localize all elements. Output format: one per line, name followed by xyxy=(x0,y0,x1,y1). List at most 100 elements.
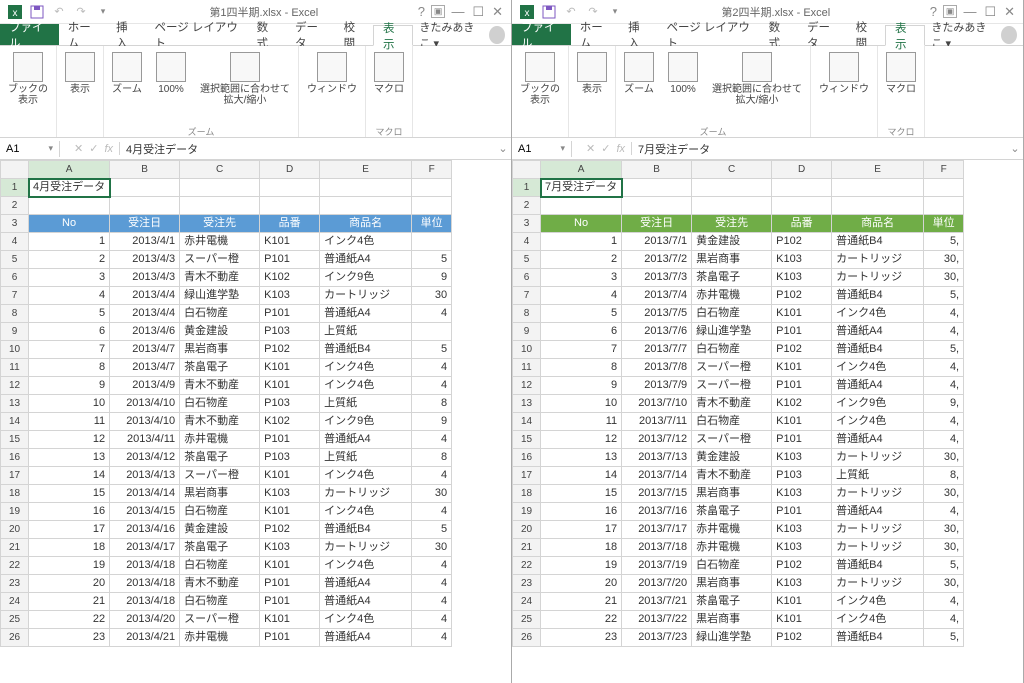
cell[interactable]: 11 xyxy=(29,413,110,431)
cell[interactable]: 2013/7/3 xyxy=(622,269,692,287)
cell[interactable]: カートリッジ xyxy=(832,575,924,593)
cell[interactable]: 30, xyxy=(924,269,964,287)
cell[interactable]: スーパー橙 xyxy=(180,611,260,629)
cell[interactable]: 4 xyxy=(412,467,452,485)
cell[interactable]: 上質紙 xyxy=(320,323,412,341)
cell[interactable]: 黒岩商事 xyxy=(180,341,260,359)
cell[interactable]: 緑山進学塾 xyxy=(692,629,772,647)
cell[interactable]: 黒岩商事 xyxy=(692,251,772,269)
cell[interactable]: 普通紙A4 xyxy=(320,431,412,449)
cell[interactable]: K101 xyxy=(260,503,320,521)
maximize-icon[interactable]: ☐ xyxy=(470,4,486,20)
header-5[interactable]: 単位 xyxy=(412,215,452,233)
row-header-9[interactable]: 9 xyxy=(1,323,29,341)
row-header-18[interactable]: 18 xyxy=(1,485,29,503)
cell[interactable]: 30, xyxy=(924,539,964,557)
row-header-24[interactable]: 24 xyxy=(513,593,541,611)
cell[interactable]: 2013/4/20 xyxy=(110,611,180,629)
row-header-14[interactable]: 14 xyxy=(513,413,541,431)
cell[interactable]: インク9色 xyxy=(320,269,412,287)
cell[interactable]: 2013/7/16 xyxy=(622,503,692,521)
header-0[interactable]: No xyxy=(29,215,110,233)
cell[interactable]: 2013/7/9 xyxy=(622,377,692,395)
cell[interactable]: 12 xyxy=(29,431,110,449)
cell[interactable]: 5 xyxy=(412,341,452,359)
cell[interactable]: 2013/7/7 xyxy=(622,341,692,359)
zoom-selection-button[interactable]: 選択範囲に合わせて 拡大/縮小 xyxy=(194,50,296,123)
row-header-5[interactable]: 5 xyxy=(513,251,541,269)
row-header-9[interactable]: 9 xyxy=(513,323,541,341)
tab-file[interactable]: ファイル xyxy=(0,24,59,45)
cell[interactable]: 21 xyxy=(29,593,110,611)
cell[interactable]: 2013/4/7 xyxy=(110,359,180,377)
close-icon[interactable]: ✕ xyxy=(1002,4,1017,20)
cell[interactable]: K101 xyxy=(260,377,320,395)
row-header-1[interactable]: 1 xyxy=(1,179,29,197)
cell[interactable]: 黒岩商事 xyxy=(180,485,260,503)
tab-layout[interactable]: ページ レイアウト xyxy=(145,24,247,45)
cell[interactable]: 5, xyxy=(924,287,964,305)
cell[interactable]: 上質紙 xyxy=(320,449,412,467)
cell-A1[interactable]: 7月受注データ xyxy=(541,179,622,197)
cell[interactable]: K101 xyxy=(772,359,832,377)
zoom-button[interactable]: ズーム xyxy=(618,50,660,123)
row-header-6[interactable]: 6 xyxy=(513,269,541,287)
macro-button[interactable]: マクロ xyxy=(368,50,410,123)
cell[interactable]: K102 xyxy=(260,413,320,431)
col-header-F[interactable]: F xyxy=(412,161,452,179)
cell[interactable]: 4 xyxy=(412,305,452,323)
cell[interactable]: K103 xyxy=(772,539,832,557)
cell[interactable]: 4 xyxy=(412,593,452,611)
cell[interactable]: 14 xyxy=(29,467,110,485)
row-header-18[interactable]: 18 xyxy=(513,485,541,503)
row-header-15[interactable]: 15 xyxy=(1,431,29,449)
row-header-20[interactable]: 20 xyxy=(1,521,29,539)
row-header-3[interactable]: 3 xyxy=(513,215,541,233)
cell[interactable]: 2013/4/12 xyxy=(110,449,180,467)
cell[interactable]: 2013/4/10 xyxy=(110,395,180,413)
cell[interactable]: 8 xyxy=(541,359,622,377)
header-1[interactable]: 受注日 xyxy=(110,215,180,233)
cell[interactable]: 9 xyxy=(29,377,110,395)
row-header-3[interactable]: 3 xyxy=(1,215,29,233)
cell[interactable]: 15 xyxy=(29,485,110,503)
cell[interactable]: 4 xyxy=(412,557,452,575)
cell[interactable]: 4 xyxy=(412,629,452,647)
tab-file[interactable]: ファイル xyxy=(512,24,571,45)
cell[interactable]: 白石物産 xyxy=(180,557,260,575)
header-2[interactable]: 受注先 xyxy=(692,215,772,233)
cell[interactable]: 青木不動産 xyxy=(180,413,260,431)
cell[interactable]: 普通紙A4 xyxy=(832,503,924,521)
cell[interactable]: 3 xyxy=(29,269,110,287)
cell[interactable]: 青木不動産 xyxy=(692,467,772,485)
cell[interactable]: K103 xyxy=(772,485,832,503)
cell[interactable]: 2013/7/10 xyxy=(622,395,692,413)
tab-insert[interactable]: 挿入 xyxy=(107,24,145,45)
cell[interactable]: P101 xyxy=(772,323,832,341)
cell[interactable]: 緑山進学塾 xyxy=(180,287,260,305)
cell[interactable]: 10 xyxy=(29,395,110,413)
header-2[interactable]: 受注先 xyxy=(180,215,260,233)
user-name[interactable]: きたみあきこ ▾ xyxy=(413,24,511,45)
cell[interactable]: カートリッジ xyxy=(832,539,924,557)
cell[interactable]: 8 xyxy=(412,395,452,413)
tab-home[interactable]: ホーム xyxy=(59,24,107,45)
user-name[interactable]: きたみあきこ ▾ xyxy=(925,24,1023,45)
cell[interactable]: 2013/7/21 xyxy=(622,593,692,611)
cell[interactable]: 30, xyxy=(924,485,964,503)
row-header-26[interactable]: 26 xyxy=(513,629,541,647)
cell[interactable]: インク4色 xyxy=(320,377,412,395)
cell[interactable]: 2013/7/12 xyxy=(622,431,692,449)
zoom-selection-button[interactable]: 選択範囲に合わせて 拡大/縮小 xyxy=(706,50,808,123)
row-header-2[interactable]: 2 xyxy=(1,197,29,215)
cell[interactable]: K101 xyxy=(772,611,832,629)
row-header-4[interactable]: 4 xyxy=(1,233,29,251)
cell[interactable]: インク4色 xyxy=(832,359,924,377)
cell[interactable]: 10 xyxy=(541,395,622,413)
cell[interactable]: 5, xyxy=(924,629,964,647)
col-header-E[interactable]: E xyxy=(320,161,412,179)
row-header-24[interactable]: 24 xyxy=(1,593,29,611)
cell[interactable]: 2013/4/3 xyxy=(110,269,180,287)
cell[interactable]: 5 xyxy=(29,305,110,323)
cell[interactable]: スーパー橙 xyxy=(180,467,260,485)
